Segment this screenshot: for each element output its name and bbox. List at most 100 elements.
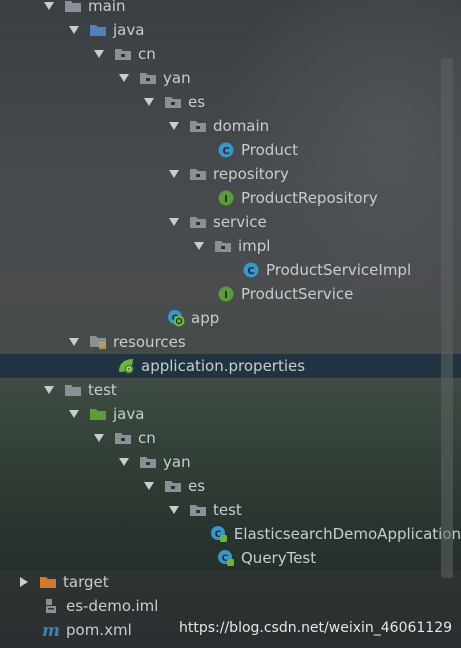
chevron-down-icon[interactable] [117, 71, 131, 85]
svg-text:I: I [224, 194, 228, 205]
folder-icon [64, 382, 82, 398]
tree-node-label: application.properties [141, 357, 306, 375]
tree-node-label: app [191, 309, 220, 327]
tree-node-label: test [88, 381, 117, 399]
spring-leaf-icon [117, 358, 135, 374]
test-source-folder-icon [89, 406, 107, 422]
package-icon [139, 454, 157, 470]
tree-node-label: es-demo.iml [66, 597, 159, 615]
tree-node-label: java [113, 405, 145, 423]
tree-node-service[interactable]: service [0, 210, 461, 234]
tree-node-elasticsearchdemoapplication[interactable]: C ElasticsearchDemoApplication [0, 522, 461, 546]
svg-text:C: C [222, 146, 229, 157]
tree-node-label: repository [213, 165, 289, 183]
package-icon [139, 70, 157, 86]
class-icon: C [217, 142, 235, 158]
chevron-down-icon[interactable] [67, 23, 81, 37]
chevron-down-icon[interactable] [42, 0, 56, 13]
chevron-down-icon[interactable] [167, 503, 181, 517]
tree-node-test-yan[interactable]: yan [0, 450, 461, 474]
tree-node-label: ProductServiceImpl [266, 261, 412, 279]
package-icon [164, 478, 182, 494]
package-icon [214, 238, 232, 254]
chevron-down-icon[interactable] [142, 95, 156, 109]
chevron-down-icon[interactable] [192, 239, 206, 253]
chevron-down-icon[interactable] [167, 215, 181, 229]
class-icon: C [242, 262, 260, 278]
tree-node-test-java[interactable]: java [0, 402, 461, 426]
package-icon [189, 118, 207, 134]
tree-node-java[interactable]: java [0, 18, 461, 42]
chevron-down-icon[interactable] [67, 407, 81, 421]
chevron-right-icon[interactable] [17, 575, 31, 589]
tree-node-test-cn[interactable]: cn [0, 426, 461, 450]
tree-node-es-demo-iml[interactable]: es-demo.iml [0, 594, 461, 618]
tree-node-target[interactable]: target [0, 570, 461, 594]
chevron-down-icon[interactable] [67, 335, 81, 349]
project-tree: main java cn yan es domain C Product rep… [0, 0, 461, 648]
package-icon [164, 94, 182, 110]
folder-icon [64, 0, 82, 14]
package-icon [189, 214, 207, 230]
chevron-down-icon[interactable] [42, 383, 56, 397]
test-class-icon: C [210, 526, 228, 542]
tree-node-repository[interactable]: repository [0, 162, 461, 186]
tree-node-test[interactable]: test [0, 378, 461, 402]
tree-node-es[interactable]: es [0, 90, 461, 114]
resources-folder-icon [89, 334, 107, 350]
tree-node-product[interactable]: C Product [0, 138, 461, 162]
tree-node-test-package[interactable]: test [0, 498, 461, 522]
tree-node-label: target [63, 573, 109, 591]
tree-node-label: ElasticsearchDemoApplication [233, 525, 461, 543]
chevron-down-icon[interactable] [117, 455, 131, 469]
chevron-down-icon[interactable] [167, 167, 181, 181]
package-icon [114, 430, 132, 446]
tree-node-label: ProductRepository [241, 189, 378, 207]
vertical-scrollbar[interactable] [441, 58, 453, 578]
tree-node-label: yan [163, 453, 191, 471]
package-icon [189, 166, 207, 182]
chevron-down-icon[interactable] [142, 479, 156, 493]
chevron-down-icon[interactable] [167, 119, 181, 133]
tree-node-app[interactable]: C app [0, 306, 461, 330]
tree-node-application-properties[interactable]: application.properties [0, 354, 461, 378]
tree-node-label: java [113, 21, 145, 39]
tree-node-test-es[interactable]: es [0, 474, 461, 498]
tree-node-productservice[interactable]: I ProductService [0, 282, 461, 306]
interface-icon: I [217, 190, 235, 206]
tree-node-label: QueryTest [241, 549, 317, 567]
tree-node-label: main [88, 0, 126, 15]
maven-icon: m [42, 622, 60, 638]
package-icon [114, 46, 132, 62]
tree-node-label: es [188, 93, 206, 111]
tree-node-label: test [213, 501, 242, 519]
source-folder-icon [89, 22, 107, 38]
tree-node-label: impl [238, 237, 271, 255]
tree-node-label: cn [138, 45, 156, 63]
tree-node-productrepository[interactable]: I ProductRepository [0, 186, 461, 210]
spring-boot-class-icon: C [167, 310, 185, 327]
chevron-down-icon[interactable] [92, 47, 106, 61]
chevron-down-icon[interactable] [92, 431, 106, 445]
tree-node-cn[interactable]: cn [0, 42, 461, 66]
svg-text:I: I [224, 290, 228, 301]
package-icon [189, 502, 207, 518]
tree-node-label: pom.xml [66, 621, 132, 639]
tree-node-label: cn [138, 429, 156, 447]
tree-node-productserviceimpl[interactable]: C ProductServiceImpl [0, 258, 461, 282]
tree-node-impl[interactable]: impl [0, 234, 461, 258]
tree-node-querytest[interactable]: C QueryTest [0, 546, 461, 570]
tree-node-resources[interactable]: resources [0, 330, 461, 354]
interface-icon: I [217, 286, 235, 302]
tree-node-label: yan [163, 69, 191, 87]
tree-node-domain[interactable]: domain [0, 114, 461, 138]
watermark-url: https://blog.csdn.net/weixin_46061129 [179, 620, 453, 636]
tree-node-yan[interactable]: yan [0, 66, 461, 90]
tree-node-label: ProductService [241, 285, 354, 303]
tree-node-label: es [188, 477, 206, 495]
svg-text:C: C [247, 266, 254, 277]
excluded-folder-icon [39, 574, 57, 590]
tree-node-main[interactable]: main [0, 0, 461, 18]
module-file-icon [42, 598, 60, 614]
tree-node-label: domain [213, 117, 270, 135]
